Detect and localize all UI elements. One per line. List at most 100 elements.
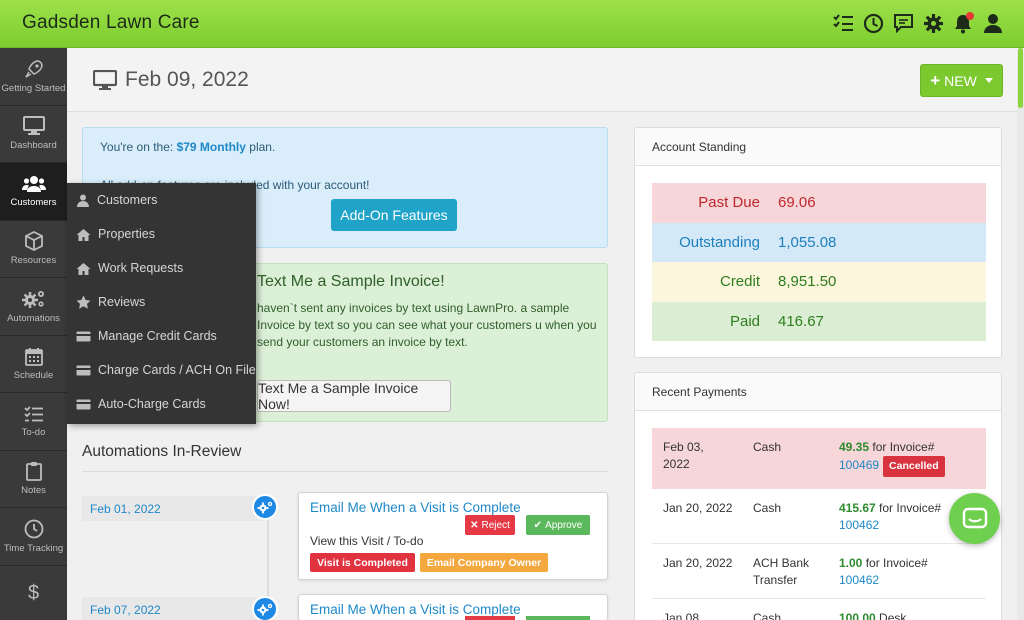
payment-date: Jan 20, 2022 (663, 501, 733, 515)
reject-label: Reject (481, 519, 510, 531)
addon-features-button[interactable]: Add-On Features (331, 199, 457, 231)
nav-getting-started[interactable]: Getting Started (0, 48, 67, 106)
automation-gears-icon (252, 494, 278, 520)
standing-value: 8,951.50 (778, 273, 837, 291)
flyout-manage-credit-cards[interactable]: Manage Credit Cards (67, 319, 256, 353)
credit-card-icon (76, 331, 91, 341)
plan-line: You're on the: $79 Monthly plan. (100, 140, 275, 154)
credit-card-icon (76, 399, 91, 409)
standing-paid: Paid 416.67 (652, 301, 986, 341)
nav-notes[interactable]: Notes (0, 451, 67, 508)
scrollbar-thumb[interactable] (1018, 48, 1023, 108)
nav-label: Time Tracking (3, 542, 64, 554)
approve-button[interactable] (526, 616, 590, 620)
amount-for: for Invoice# (869, 440, 935, 454)
new-button-label: NEW (944, 72, 977, 89)
flyout-label: Work Requests (98, 261, 184, 275)
gear-icon[interactable] (922, 11, 944, 35)
payment-amount: 100.00 Desk (839, 610, 979, 620)
flyout-properties[interactable]: Properties (67, 217, 256, 251)
amount-for: Desk (875, 611, 907, 620)
panel-title: Account Standing (635, 128, 1001, 166)
panel-title: Recent Payments (635, 373, 1001, 411)
sms-invoice-button[interactable]: Text Me a Sample Invoice Now! (257, 380, 451, 412)
rocket-icon (24, 59, 43, 78)
user-icon[interactable] (982, 11, 1004, 35)
payment-row[interactable]: Jan 20, 2022 Cash 415.67 for Invoice# 100… (652, 489, 986, 544)
approve-button[interactable]: ✔ Approve (526, 515, 590, 535)
nav-label: Automations (7, 312, 60, 324)
credit-card-icon (76, 365, 91, 375)
nav-billing[interactable]: $ (0, 566, 67, 620)
amount-value: 1.00 (839, 556, 863, 570)
automation-date: Feb 07, 2022 (82, 597, 265, 620)
home-icon (76, 262, 91, 275)
check-icon: ✔ (533, 519, 543, 531)
customers-flyout-menu: Customers Properties Work Requests Revie… (67, 183, 256, 424)
reject-button[interactable]: ✕ Reject (465, 515, 515, 535)
nav-dashboard[interactable]: Dashboard (0, 106, 67, 163)
nav-label: To-do (21, 426, 46, 438)
side-nav: Getting Started Dashboard Customers Reso… (0, 48, 67, 620)
invoice-link[interactable]: 100462 (839, 518, 879, 532)
checklist-icon[interactable] (832, 11, 854, 35)
flyout-work-requests[interactable]: Work Requests (67, 251, 256, 285)
invoice-link[interactable]: 100469 (839, 458, 879, 472)
page-scrollbar[interactable] (1017, 48, 1024, 620)
automation-card: Email Me When a Visit is Complete (298, 594, 608, 620)
chat-icon[interactable] (892, 11, 914, 35)
clock-icon[interactable] (862, 11, 884, 35)
nav-automations[interactable]: Automations (0, 278, 67, 336)
plan-name: $79 Monthly (176, 140, 246, 154)
chat-launcher-button[interactable] (949, 493, 1000, 544)
x-icon: ✕ (470, 519, 479, 531)
view-visit-link[interactable]: View this Visit / To-do (310, 534, 423, 548)
page-title: Feb 09, 2022 (93, 68, 249, 92)
home-icon (76, 228, 91, 241)
nav-time-tracking[interactable]: Time Tracking (0, 508, 67, 566)
flyout-auto-charge-cards[interactable]: Auto-Charge Cards (67, 387, 256, 421)
flyout-label: Charge Cards / ACH On File (98, 363, 256, 377)
new-button[interactable]: + NEW (920, 64, 1003, 97)
nav-todo[interactable]: To-do (0, 393, 67, 451)
automation-gears-icon (252, 596, 278, 620)
payment-method: Cash (753, 611, 782, 620)
standing-value: 69.06 (778, 194, 816, 212)
bell-icon[interactable] (952, 11, 974, 35)
flyout-customers[interactable]: Customers (67, 183, 256, 217)
flyout-reviews[interactable]: Reviews (67, 285, 256, 319)
amount-for: for Invoice# (862, 556, 928, 570)
payment-row[interactable]: Feb 03, 2022 Cash 49.35 for Invoice# 1004… (652, 428, 986, 489)
sms-body: haven`t sent any invoices by text using … (257, 301, 597, 349)
cancelled-badge: Cancelled (883, 456, 945, 477)
nav-customers[interactable]: Customers (0, 163, 67, 221)
payment-row[interactable]: Jan 20, 2022 ACH Bank Transfer 1.00 for … (652, 544, 986, 599)
standing-label: Paid (729, 312, 760, 330)
automation-card: Email Me When a Visit is Complete ✕ Rejec… (298, 492, 608, 580)
chat-bubble-icon (962, 507, 987, 528)
automation-title[interactable]: Email Me When a Visit is Complete (310, 602, 521, 617)
cube-icon (24, 231, 43, 252)
flyout-label: Reviews (98, 295, 146, 309)
page-header: Feb 09, 2022 + NEW (67, 48, 1017, 112)
top-bar: Gadsden Lawn Care (0, 0, 1024, 48)
visit-completed-tag: Visit is Completed (310, 553, 415, 572)
account-standing-panel: Account Standing Past Due 69.06 Outstand… (634, 127, 1002, 358)
payment-row[interactable]: Jan 08 Cash 100.00 Desk (652, 599, 986, 620)
standing-value: 416.67 (778, 312, 824, 330)
payment-date: Jan 08 (663, 611, 700, 620)
standing-past-due: Past Due 69.06 (652, 183, 986, 223)
standing-label: Credit (719, 273, 760, 291)
nav-resources[interactable]: Resources (0, 221, 67, 278)
flyout-label: Customers (97, 193, 158, 207)
plus-icon: + (930, 70, 941, 90)
nav-schedule[interactable]: Schedule (0, 336, 67, 393)
email-owner-tag: Email Company Owner (420, 553, 548, 572)
automation-date: Feb 01, 2022 (82, 496, 265, 521)
amount-value: 49.35 (839, 440, 870, 454)
reject-button[interactable] (465, 616, 515, 620)
automation-title[interactable]: Email Me When a Visit is Complete (310, 500, 521, 515)
flyout-charge-cards-ach[interactable]: Charge Cards / ACH On File (67, 353, 256, 387)
invoice-link[interactable]: 100462 (839, 573, 879, 587)
standing-credit: Credit 8,951.50 (652, 262, 986, 302)
